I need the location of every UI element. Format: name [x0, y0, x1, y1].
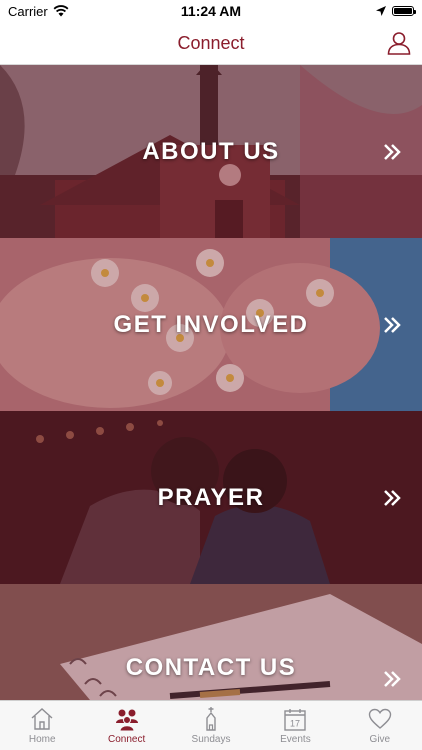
heart-icon — [368, 708, 392, 729]
double-chevron-right-icon — [384, 316, 401, 333]
battery-icon — [392, 6, 416, 16]
contact-us-label: CONTACT US — [125, 654, 297, 681]
status-time: 11:24 AM — [180, 3, 242, 19]
status-bar: Carrier 11:24 AM — [0, 0, 422, 22]
tab-connect[interactable]: Connect — [84, 701, 168, 750]
tab-events-label: Events — [280, 734, 311, 745]
about-us-label: ABOUT US — [142, 137, 280, 165]
get-involved-tile[interactable]: GET INVOLVED — [0, 238, 422, 411]
prayer-label: PRAYER — [157, 483, 265, 511]
double-chevron-right-icon — [384, 143, 401, 160]
calendar-icon: 17 — [284, 709, 307, 731]
people-icon — [115, 709, 138, 732]
tab-events[interactable]: 17 Events — [253, 701, 337, 750]
tab-give-label: Give — [369, 734, 391, 745]
status-right — [376, 6, 416, 16]
home-icon — [31, 708, 53, 730]
tab-home-label: Home — [28, 734, 56, 745]
contact-us-tile[interactable]: CONTACT US — [0, 584, 422, 700]
page-title: Connect — [177, 32, 245, 53]
double-chevron-right-icon — [384, 671, 401, 687]
tab-give[interactable]: Give — [338, 701, 422, 750]
location-arrow-icon — [376, 6, 386, 16]
tile-overlay — [0, 584, 422, 700]
church-icon — [206, 707, 216, 731]
tab-bar: Home Connect Sundays 17 Events Give — [0, 700, 422, 750]
tab-sundays[interactable]: Sundays — [169, 701, 253, 750]
tab-sundays-label: Sundays — [191, 734, 231, 745]
about-us-tile[interactable]: ABOUT US — [0, 65, 422, 238]
connect-tiles: ABOUT US GET INVOLVED PRAYER CONTACT US — [0, 65, 422, 700]
tab-home[interactable]: Home — [0, 701, 84, 750]
tab-connect-label: Connect — [107, 734, 146, 745]
calendar-day-text: 17 — [290, 719, 300, 729]
nav-bar: Connect — [0, 22, 422, 65]
double-chevron-right-icon — [384, 489, 401, 506]
prayer-tile[interactable]: PRAYER — [0, 411, 422, 584]
get-involved-label: GET INVOLVED — [113, 310, 309, 338]
person-outline-icon[interactable] — [386, 30, 412, 56]
